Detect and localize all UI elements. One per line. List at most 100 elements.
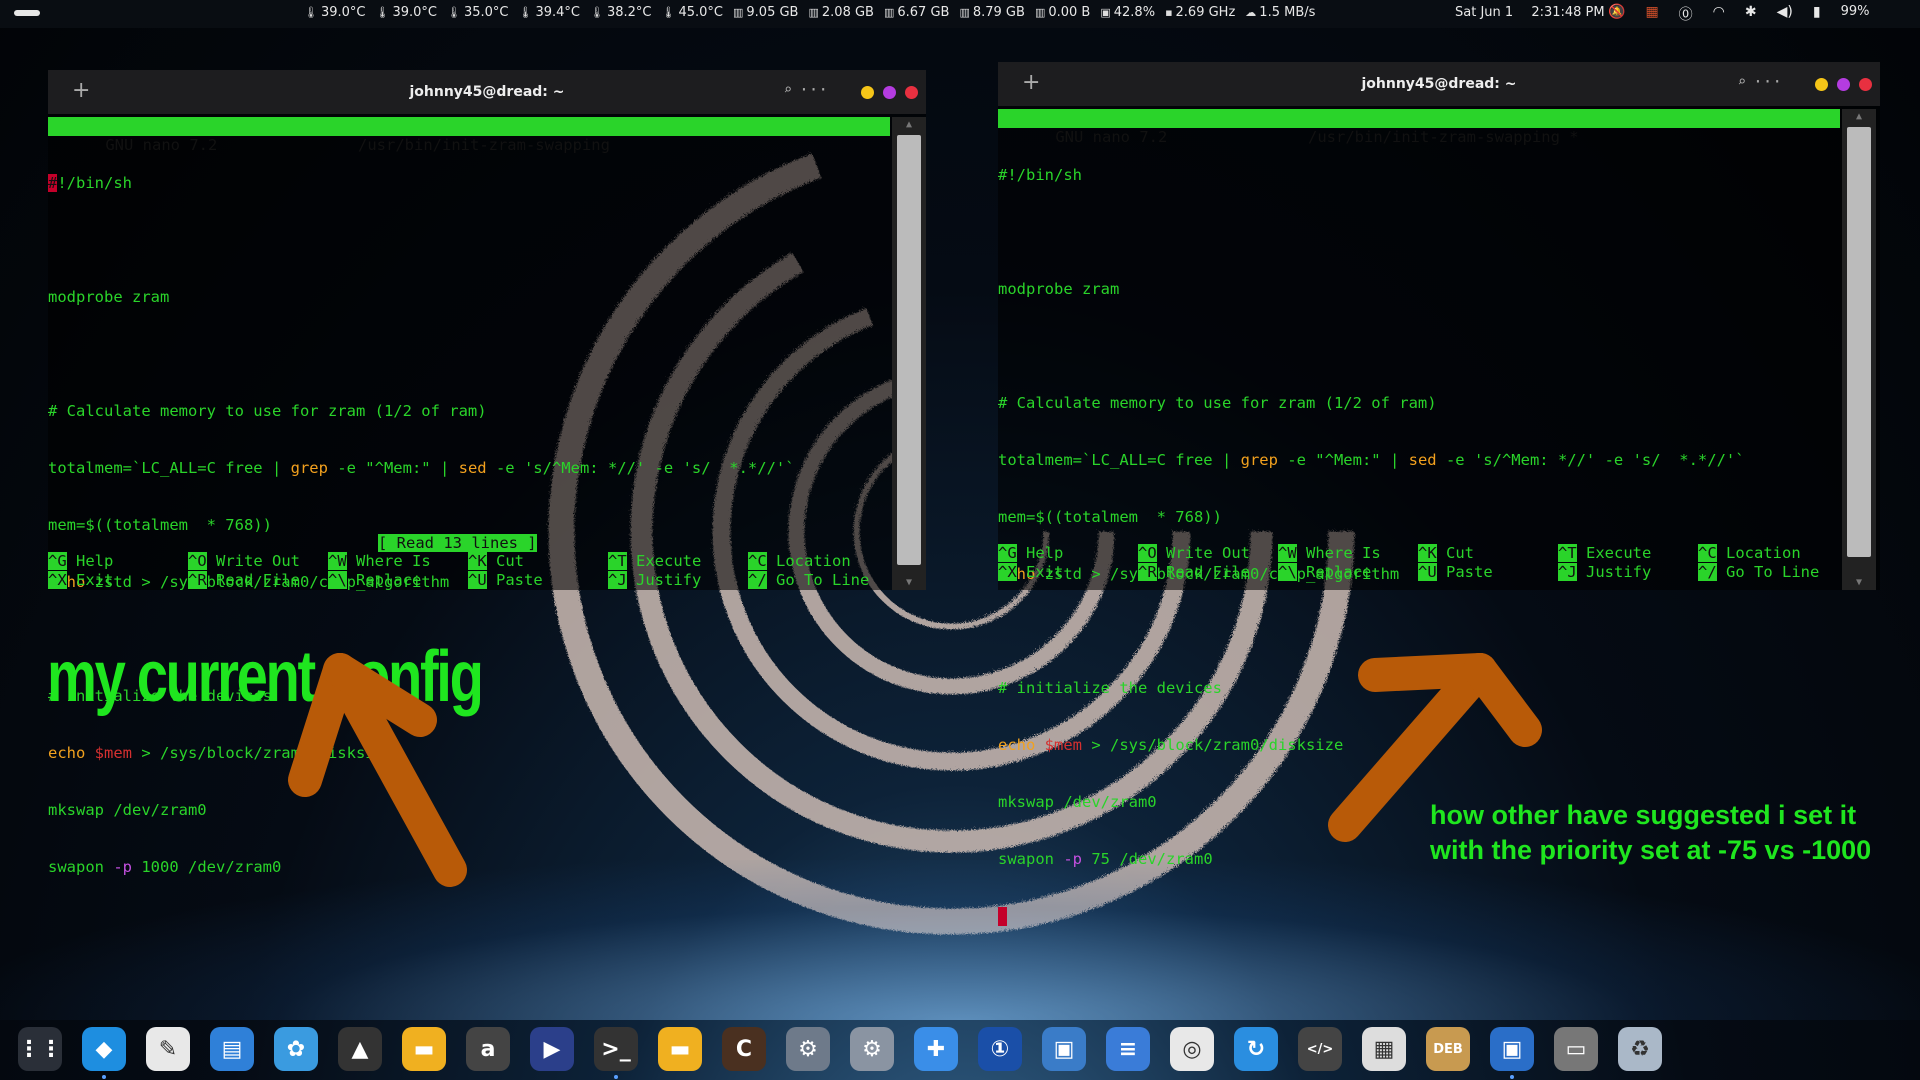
memory-icon: ▥ (733, 6, 744, 19)
date-label: Sat Jun 1 (1455, 5, 1514, 20)
dock-item[interactable]: ◎ (1166, 1023, 1218, 1075)
notifications-off-icon[interactable]: 🔕 (1608, 4, 1625, 24)
folder-icon[interactable]: ▬ (402, 1027, 446, 1071)
maximize-button[interactable] (883, 86, 896, 99)
extensions-icon[interactable]: ✚ (914, 1027, 958, 1071)
app-grid-icon[interactable]: ⋮⋮ (18, 1027, 62, 1071)
inkscape-icon[interactable]: ▲ (338, 1027, 382, 1071)
dock-item[interactable]: a (462, 1023, 514, 1075)
terminal-window-left[interactable]: + johnny45@dread: ~ ⌕ ··· GNU nano 7.2/u… (48, 70, 926, 876)
code-line: mem=$((totalmem * 768)) (48, 516, 272, 534)
dock-item[interactable]: </> (1294, 1023, 1346, 1075)
search-icon[interactable]: ⌕ (1738, 74, 1746, 90)
dock-item[interactable]: ▣ (1486, 1023, 1538, 1079)
battery-icon[interactable]: ▮ (1813, 4, 1821, 24)
dock-item[interactable]: ⋮⋮ (14, 1023, 66, 1075)
trash-icon[interactable]: ♻ (1618, 1027, 1662, 1071)
folder-icon-2[interactable]: ▬ (658, 1027, 702, 1071)
shortcut-bar: ^G Help ^O Write Out ^W Where Is ^K Cut ^T E… (998, 544, 1838, 582)
dock-item[interactable]: ▬ (398, 1023, 450, 1075)
drive-icon[interactable]: ▭ (1554, 1027, 1598, 1071)
dock-item[interactable]: ⚙ (782, 1023, 834, 1075)
remote-desktop-icon[interactable]: ▣ (1042, 1027, 1086, 1071)
clock[interactable]: Sat Jun 1 2:31:48 PM (1455, 5, 1619, 20)
dock-item[interactable]: ◆ (78, 1023, 130, 1079)
wifi-icon[interactable]: ◠ (1713, 4, 1725, 24)
code-icon[interactable]: </> (1298, 1027, 1342, 1071)
password-manager-icon[interactable]: ① (978, 1027, 1022, 1071)
dock-item[interactable]: ▭ (1550, 1023, 1602, 1075)
menu-icon[interactable]: ··· (799, 80, 828, 99)
video-editor-icon[interactable]: ▶ (530, 1027, 574, 1071)
stat-item: ☁ 1.5 MB/s (1245, 5, 1315, 20)
store-icon[interactable]: ▣ (1490, 1027, 1534, 1071)
nano-header: GNU nano 7.2/usr/bin/init-zram-swapping (48, 117, 890, 154)
dock-item[interactable]: ✎ (142, 1023, 194, 1075)
dock-item[interactable]: ▦ (1358, 1023, 1410, 1075)
window-title: johnny45@dread: ~ (409, 84, 565, 100)
code-line: #!/bin/sh (48, 174, 132, 192)
dock-item[interactable]: ≡ (1102, 1023, 1154, 1075)
dock-item[interactable]: >_ (590, 1023, 642, 1079)
equalizer-icon[interactable]: ≡ (1106, 1027, 1150, 1071)
scrollbar[interactable]: ▲ ▼ (1842, 109, 1876, 590)
text-editor-icon[interactable]: ✎ (146, 1027, 190, 1071)
scrollbar[interactable]: ▲ ▼ (892, 117, 926, 590)
minimize-button[interactable] (861, 86, 874, 99)
sync-icon[interactable]: ↻ (1234, 1027, 1278, 1071)
new-tab-icon[interactable]: + (1022, 70, 1040, 95)
terminal-window-right[interactable]: + johnny45@dread: ~ ⌕ ··· GNU nano 7.2/u… (998, 62, 1880, 926)
shortcut-item: ^X Exit (48, 571, 114, 589)
dock-item[interactable]: ✿ (270, 1023, 322, 1075)
dock-item[interactable]: ↻ (1230, 1023, 1282, 1075)
close-button[interactable] (1859, 78, 1872, 91)
menu-icon[interactable]: ··· (1753, 72, 1782, 91)
deb-installer-icon[interactable]: DEB (1426, 1027, 1470, 1071)
disk-usage-icon[interactable]: ◎ (1170, 1027, 1214, 1071)
new-tab-icon[interactable]: + (72, 78, 90, 103)
cpu-x-tray-icon[interactable]: ▦ (1645, 4, 1658, 24)
dock-item[interactable]: ① (974, 1023, 1026, 1075)
dock-item[interactable]: ♻ (1614, 1023, 1666, 1075)
close-button[interactable] (905, 86, 918, 99)
bluetooth-icon[interactable]: ✱ (1745, 4, 1757, 24)
dock-item[interactable]: DEB (1422, 1023, 1474, 1075)
dock-item[interactable]: ▬ (654, 1023, 706, 1075)
scrollbar-thumb[interactable] (897, 135, 921, 565)
stat-item: ▥ 8.79 GB (959, 5, 1024, 20)
terminal-icon[interactable]: >_ (594, 1027, 638, 1071)
search-icon[interactable]: ⌕ (784, 82, 792, 98)
stat-value: 39.4°C (535, 5, 580, 20)
dock-item[interactable]: C (718, 1023, 770, 1075)
dock-item[interactable]: ✚ (910, 1023, 962, 1075)
paint-icon[interactable]: ✿ (274, 1027, 318, 1071)
window-manager-icon[interactable]: ▦ (1362, 1027, 1406, 1071)
dock-item[interactable]: ▲ (334, 1023, 386, 1075)
settings-icon-2[interactable]: ⚙ (850, 1027, 894, 1071)
minimize-button[interactable] (1815, 78, 1828, 91)
dock-item[interactable]: ⚙ (846, 1023, 898, 1075)
stat-value: 39.0°C (320, 5, 366, 20)
shortcut-item: ^\ Replace (1278, 563, 1372, 581)
dock-item[interactable]: ▶ (526, 1023, 578, 1075)
font-icon[interactable]: a (466, 1027, 510, 1071)
titlebar[interactable]: + johnny45@dread: ~ ⌕ ··· (48, 70, 926, 114)
files-icon[interactable]: ▤ (210, 1027, 254, 1071)
dock-item[interactable]: ▣ (1038, 1023, 1090, 1075)
cpu-x-icon[interactable]: C (722, 1027, 766, 1071)
code-editor[interactable]: #!/bin/sh modprobe zram # Calculate memo… (48, 136, 795, 915)
browser-icon[interactable]: ◆ (82, 1027, 126, 1071)
activities-button[interactable] (14, 10, 40, 16)
shortcut-item: ^O Write Out (188, 552, 300, 570)
titlebar[interactable]: + johnny45@dread: ~ ⌕ ··· (998, 62, 1880, 106)
maximize-button[interactable] (1837, 78, 1850, 91)
volume-icon[interactable]: ◀) (1777, 4, 1793, 24)
code-line: echo $mem > /sys/block/zram0/disksize (998, 736, 1344, 754)
onepassword-tray-icon[interactable]: ⓪ (1679, 4, 1693, 24)
shortcut-item: ^C Location (1698, 544, 1801, 562)
settings-icon[interactable]: ⚙ (786, 1027, 830, 1071)
dock-item[interactable]: ▤ (206, 1023, 258, 1075)
scrollbar-thumb[interactable] (1847, 127, 1871, 557)
shortcut-item: ^G Help (48, 552, 114, 570)
shortcut-item: ^R Read File (188, 571, 300, 589)
